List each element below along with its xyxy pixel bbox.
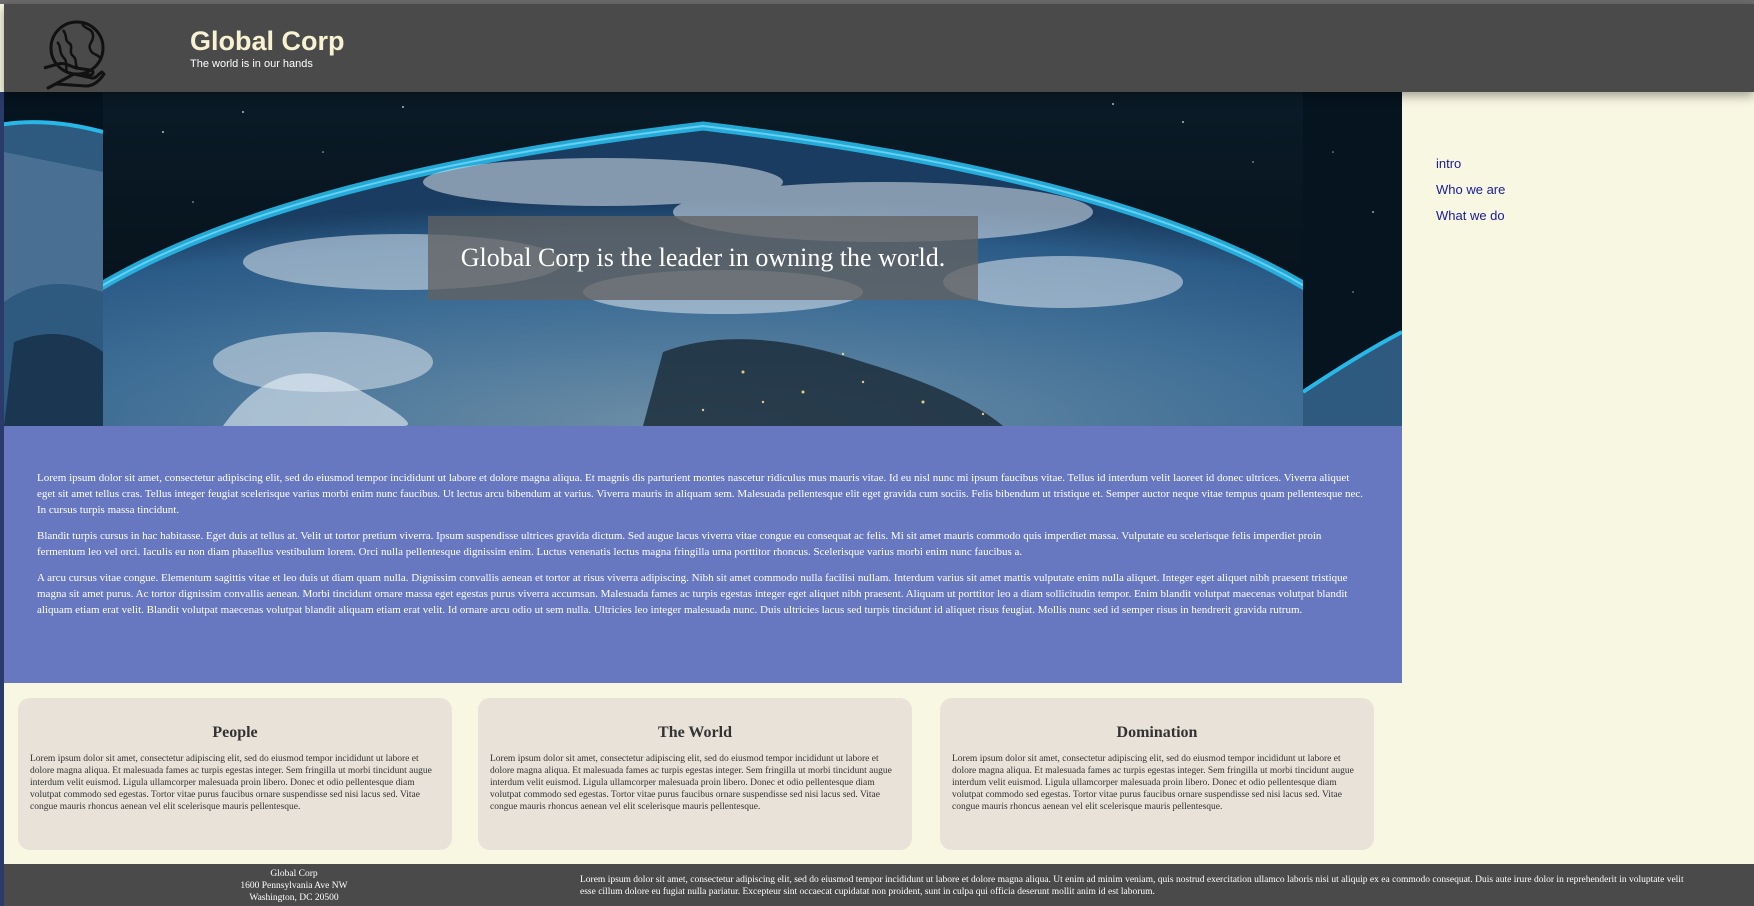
card-text: Lorem ipsum dolor sit amet, consectetur …	[30, 754, 432, 812]
globe-in-hand-icon[interactable]	[38, 18, 110, 90]
intro-paragraph: Blandit turpis cursus in hac habitasse. …	[37, 530, 1322, 558]
footer-text: Lorem ipsum dolor sit amet, consectetur …	[580, 875, 1684, 897]
intro-paragraph: Lorem ipsum dolor sit amet, consectetur …	[37, 472, 1364, 516]
card-text: Lorem ipsum dolor sit amet, consectetur …	[490, 754, 892, 812]
intro-section: Lorem ipsum dolor sit amet, consectetur …	[4, 426, 1402, 683]
hero-side-image-left	[4, 92, 103, 426]
nav-link-who-we-are[interactable]: Who we are	[1436, 182, 1505, 199]
brand: Global Corp The world is in our hands	[190, 28, 345, 71]
footer-city: Washington, DC 20500	[249, 893, 339, 903]
site-footer: Global Corp 1600 Pennsylvania Ave NW Was…	[4, 864, 1754, 906]
site-header: Global Corp The world is in our hands	[4, 4, 1754, 92]
card-people: People Lorem ipsum dolor sit amet, conse…	[18, 698, 452, 850]
footer-street: 1600 Pennsylvania Ave NW	[240, 881, 348, 891]
hero-caption: Global Corp is the leader in owning the …	[428, 216, 978, 300]
card-the-world: The World Lorem ipsum dolor sit amet, co…	[478, 698, 912, 850]
page: Global Corp The world is in our hands Gl…	[0, 0, 1754, 906]
card-domination: Domination Lorem ipsum dolor sit amet, c…	[940, 698, 1374, 850]
nav-link-intro[interactable]: intro	[1436, 156, 1505, 173]
hero-side-image-right	[1303, 92, 1402, 426]
footer-company-name: Global Corp	[270, 869, 318, 879]
card-title: Domination	[1116, 724, 1198, 741]
footer-address: Global Corp 1600 Pennsylvania Ave NW Was…	[204, 868, 384, 904]
card-text: Lorem ipsum dolor sit amet, consectetur …	[952, 754, 1354, 812]
hero-caption-text: Global Corp is the leader in owning the …	[460, 243, 946, 272]
nav-link-what-we-do[interactable]: What we do	[1436, 208, 1505, 225]
intro-paragraph: A arcu cursus vitae congue. Elementum sa…	[37, 572, 1348, 616]
card-title: People	[212, 724, 258, 741]
side-nav: intro Who we are What we do	[1436, 156, 1505, 234]
site-tagline: The world is in our hands	[190, 58, 313, 70]
card-title: The World	[658, 724, 732, 741]
hero-banner: Global Corp is the leader in owning the …	[4, 92, 1402, 426]
site-title[interactable]: Global Corp	[190, 28, 345, 55]
